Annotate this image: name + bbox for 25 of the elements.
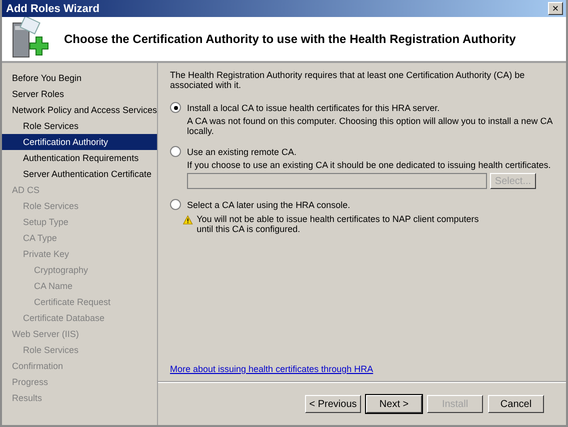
warning-text: You will not be able to issue health certificates to NAP client computers until this CA is configured. [196,214,480,234]
window-title: Add Roles Wizard [6,2,100,14]
sidebar-item[interactable]: Server Authentication Certificate [2,166,157,182]
warning-icon [183,214,193,226]
sidebar-item[interactable]: Certification Authority [2,134,157,150]
sidebar-item[interactable]: Before You Begin [2,70,157,86]
option-description: If you choose to use an existing CA it should be one dedicated to issuing health certificates. [186,160,552,170]
sidebar-item[interactable]: Role Services [2,118,157,134]
option-label: Install a local CA to issue health certificates for this HRA server. [187,102,440,112]
option-label: Use an existing remote CA. [187,146,297,156]
sidebar-item[interactable]: Server Roles [2,86,157,102]
wizard-button[interactable]: < Previous [305,395,361,413]
option-description: A CA was not found on this computer. Choosing this option will allow you to install a new CA locally. [186,116,554,136]
radio-button[interactable] [170,102,181,113]
wizard-button[interactable]: Next > [366,395,422,413]
sidebar-item[interactable]: Authentication Requirements [2,150,157,166]
wizard-button[interactable]: Cancel [488,395,544,413]
help-link[interactable]: More about issuing health certificates through HRA [170,364,374,374]
sidebar-item[interactable]: Network Policy and Access Services [2,102,157,118]
page-heading: Choose the Certification Authority to use with the Health Registration Authority [64,32,516,46]
radio-button[interactable] [170,146,181,157]
close-button[interactable]: × [548,2,563,15]
radio-button[interactable] [170,199,181,210]
option-label: Select a CA later using the HRA console. [187,200,350,210]
intro-text: The Health Registration Authority requires that at least one Certification Authority (CA) be associated with it. [170,70,526,90]
